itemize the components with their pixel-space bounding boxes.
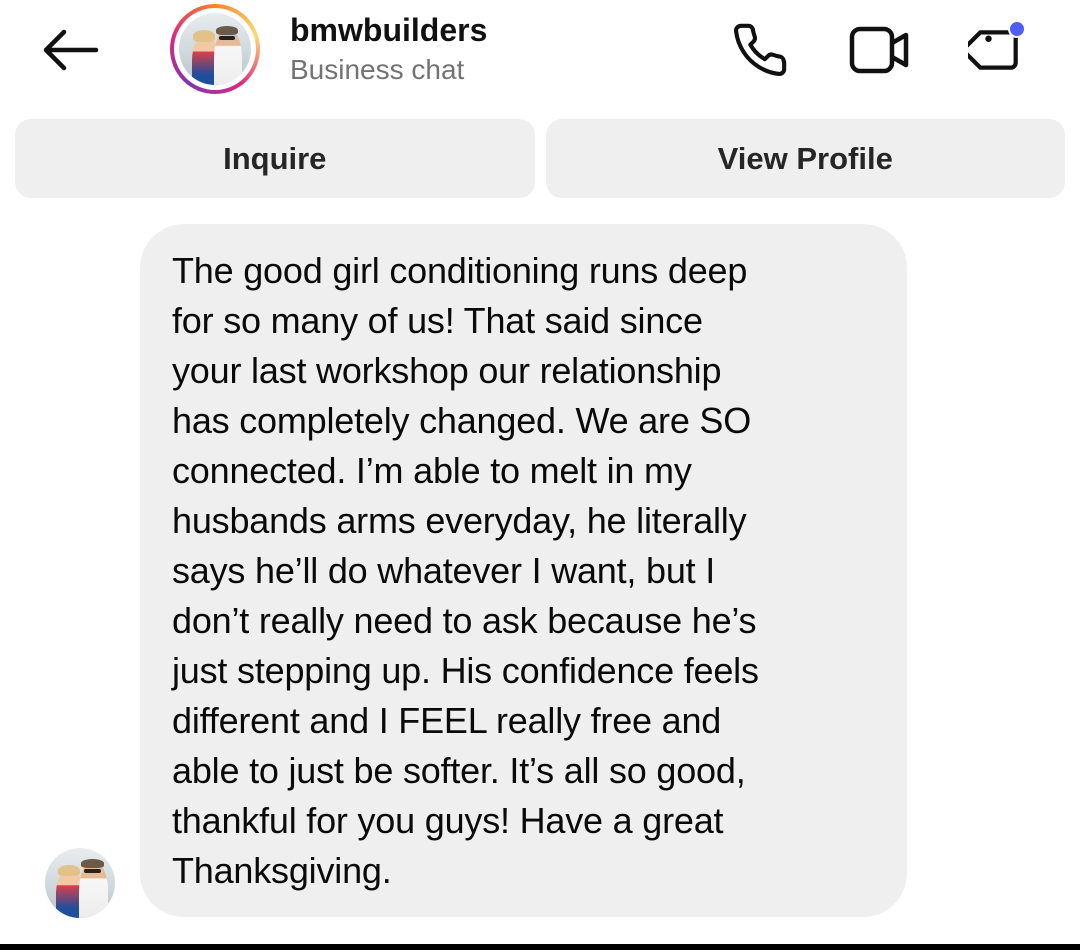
message-text: The good girl conditioning runs deep for… [172, 250, 759, 891]
avatar-photo [179, 13, 251, 85]
label-tag-button[interactable] [966, 20, 1030, 80]
phone-icon [734, 23, 787, 76]
profile-avatar[interactable] [170, 4, 260, 94]
chat-title[interactable]: bmwbuilders Business chat [290, 10, 487, 88]
username: bmwbuilders [290, 12, 488, 48]
message-bubble[interactable]: The good girl conditioning runs deep for… [140, 224, 907, 917]
view-profile-button[interactable]: View Profile [545, 119, 1065, 198]
sender-avatar[interactable] [45, 848, 115, 918]
arrow-left-icon [43, 29, 99, 71]
video-camera-icon [849, 26, 909, 74]
back-button[interactable] [38, 22, 102, 78]
business-actions: Inquire View Profile [15, 119, 1065, 198]
bottom-divider [0, 944, 1080, 950]
voice-call-button[interactable] [728, 20, 792, 80]
video-call-button[interactable] [848, 20, 912, 80]
notification-dot [1008, 20, 1026, 38]
inquire-button[interactable]: Inquire [15, 119, 535, 198]
chat-header: bmwbuilders Business chat [0, 0, 1080, 110]
chat-subtitle: Business chat [290, 54, 465, 85]
